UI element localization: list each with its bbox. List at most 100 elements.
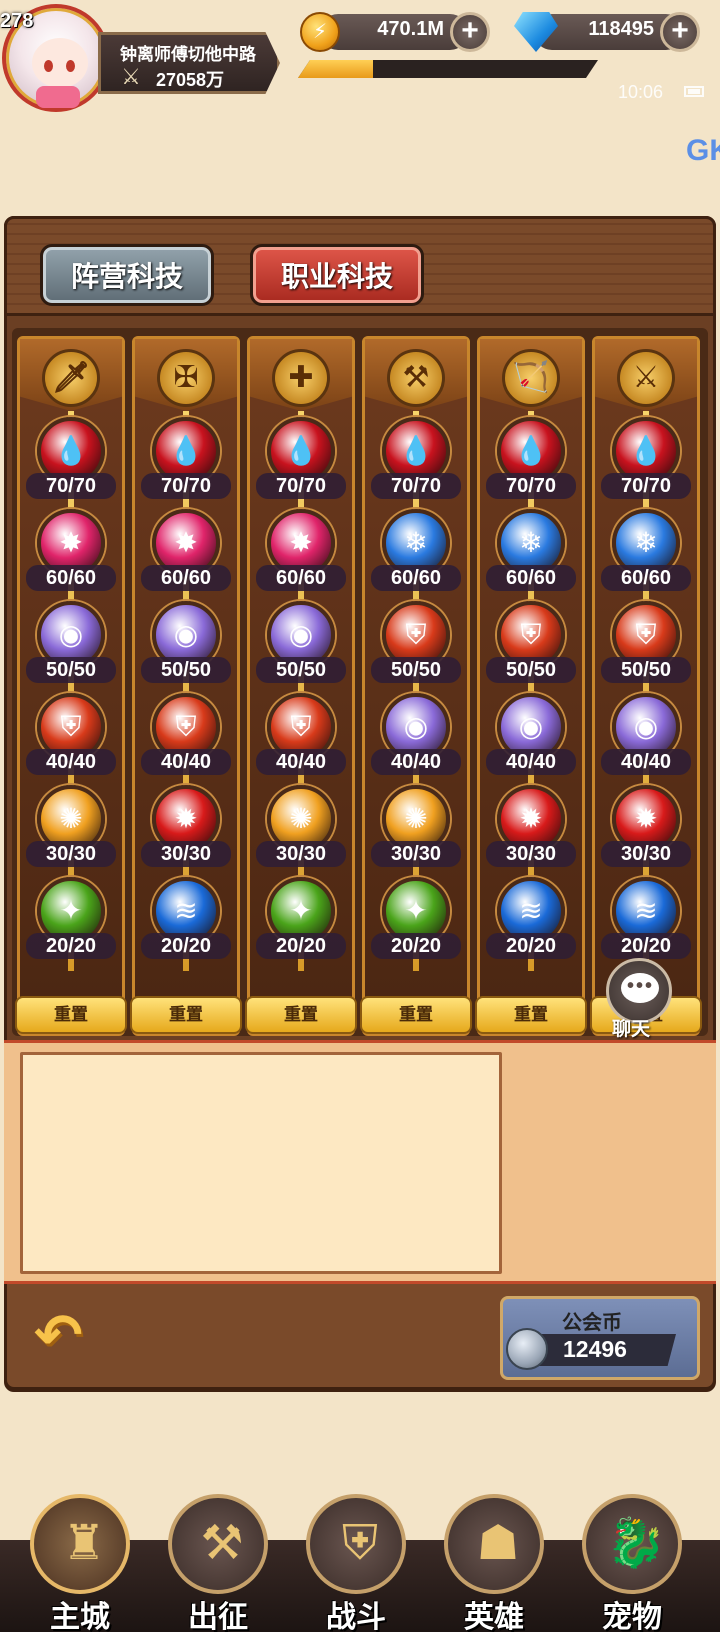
avatar-eye-right bbox=[66, 60, 75, 72]
skill-level: 50/50 bbox=[371, 657, 461, 683]
tab-class-tech[interactable]: 职业科技 bbox=[250, 244, 424, 306]
dragon-pet-icon: 🐉 bbox=[582, 1494, 682, 1594]
chat-dots-icon: ••• bbox=[627, 975, 655, 997]
tab-faction-tech[interactable]: 阵营科技 bbox=[40, 244, 214, 306]
nav-label: 宠物 bbox=[602, 1601, 662, 1632]
nav-item-3[interactable]: ⛨ 战斗 bbox=[302, 1494, 410, 1632]
axe-class-icon: ⚒ bbox=[387, 349, 445, 407]
skill-level: 30/30 bbox=[256, 841, 346, 867]
battle-shield-icon: ⛨ bbox=[306, 1494, 406, 1594]
skill-level: 60/60 bbox=[371, 565, 461, 591]
reset-button[interactable]: 重置 bbox=[245, 996, 357, 1034]
cross-class-icon: ✚ bbox=[272, 349, 330, 407]
reset-button[interactable]: 重置 bbox=[475, 996, 587, 1034]
column-header: ✠ bbox=[135, 339, 237, 411]
castle-icon-glyph: ♜ bbox=[62, 1517, 106, 1570]
nav-label: 出征 bbox=[188, 1601, 248, 1632]
clock: 10:06 bbox=[618, 82, 664, 102]
skill-level: 40/40 bbox=[26, 749, 116, 775]
skill-level: 20/20 bbox=[256, 933, 346, 959]
crossed-axes-icon-glyph: ⚒ bbox=[200, 1517, 244, 1570]
skill-level: 70/70 bbox=[601, 473, 691, 499]
nav-item-4[interactable]: ☗ 英雄 bbox=[440, 1494, 548, 1632]
skill-level: 20/20 bbox=[486, 933, 576, 959]
chat-label[interactable]: 聊天 bbox=[612, 1014, 650, 1041]
column-header: ✚ bbox=[250, 339, 352, 411]
gem-value: 118495 bbox=[588, 18, 654, 40]
avatar-cake bbox=[36, 86, 80, 108]
avatar-face bbox=[32, 38, 88, 88]
dragon-pet-icon-glyph: 🐉 bbox=[606, 1517, 666, 1570]
gold-coin-icon: ⚡ bbox=[300, 12, 340, 52]
skill-level: 30/30 bbox=[141, 841, 231, 867]
guild-coin-value: 12496 bbox=[563, 1336, 627, 1362]
skill-level: 20/20 bbox=[371, 933, 461, 959]
skill-level: 60/60 bbox=[486, 565, 576, 591]
skill-level: 70/70 bbox=[26, 473, 116, 499]
reset-button[interactable]: 重置 bbox=[130, 996, 242, 1034]
scimitar-class-icon: ⚔ bbox=[617, 349, 675, 407]
reset-button[interactable]: 重置 bbox=[15, 996, 127, 1034]
corner-logo-text: GK bbox=[686, 134, 720, 167]
exp-bar bbox=[298, 60, 598, 78]
skill-level: 30/30 bbox=[601, 841, 691, 867]
skill-level: 70/70 bbox=[141, 473, 231, 499]
tech-column: 🏹 💧 70/70 ❄ 60/60 ⛨ 50/50 ◉ 40/40 ✹ 30/30 ≋ 20/20 bbox=[477, 336, 585, 1036]
skill-level: 50/50 bbox=[256, 657, 346, 683]
back-arrow-icon[interactable]: ↶ bbox=[34, 1306, 104, 1366]
nav-item-2[interactable]: ⚒ 出征 bbox=[164, 1494, 272, 1632]
column-header: 🏹 bbox=[480, 339, 582, 411]
nav-label: 战斗 bbox=[326, 1601, 386, 1632]
avatar-eye-left bbox=[44, 60, 53, 72]
nav-label: 主城 bbox=[50, 1601, 110, 1632]
skill-level: 50/50 bbox=[141, 657, 231, 683]
guild-coin-label: 公会币 bbox=[562, 1312, 622, 1334]
tech-column: ✠ 💧 70/70 ✸ 60/60 ◉ 50/50 ⛨ 40/40 ✹ 30/30 ≋ 20/20 bbox=[132, 336, 240, 1036]
nav-item-1[interactable]: ♜ 主城 bbox=[26, 1494, 134, 1632]
add-gold-button[interactable]: + bbox=[450, 12, 490, 52]
add-gems-button[interactable]: + bbox=[660, 12, 700, 52]
skill-level: 40/40 bbox=[601, 749, 691, 775]
player-name: 钟离师傅切他中路 bbox=[120, 45, 256, 64]
skill-level: 40/40 bbox=[256, 749, 346, 775]
crossed-swords-icon: ⚔ bbox=[121, 64, 141, 89]
column-header: 🗡 bbox=[20, 339, 122, 411]
nav-item-5[interactable]: 🐉 宠物 bbox=[578, 1494, 686, 1632]
skill-level: 60/60 bbox=[256, 565, 346, 591]
column-header: ⚒ bbox=[365, 339, 467, 411]
tech-column: 🗡 💧 70/70 ✸ 60/60 ◉ 50/50 ⛨ 40/40 ✺ 30/30 ✦ 20/20 bbox=[17, 336, 125, 1036]
skill-level: 60/60 bbox=[26, 565, 116, 591]
mace-class-icon: ✠ bbox=[157, 349, 215, 407]
nav-label: 英雄 bbox=[464, 1601, 524, 1632]
player-power: 27058万 bbox=[156, 70, 225, 90]
description-box bbox=[20, 1052, 502, 1274]
skill-level: 40/40 bbox=[371, 749, 461, 775]
column-header: ⚔ bbox=[595, 339, 697, 411]
gold-value: 470.1M bbox=[377, 18, 444, 40]
skill-level: 70/70 bbox=[486, 473, 576, 499]
battery-icon bbox=[684, 86, 704, 97]
tech-column: ✚ 💧 70/70 ✸ 60/60 ◉ 50/50 ⛨ 40/40 ✺ 30/30 ✦ 20/20 bbox=[247, 336, 355, 1036]
skill-level: 50/50 bbox=[486, 657, 576, 683]
skill-level: 50/50 bbox=[26, 657, 116, 683]
skill-level: 30/30 bbox=[26, 841, 116, 867]
tech-column: ⚔ 💧 70/70 ❄ 60/60 ⛨ 50/50 ◉ 40/40 ✹ 30/30 ≋ 20/20 bbox=[592, 336, 700, 1036]
skill-level: 20/20 bbox=[601, 933, 691, 959]
skill-level: 30/30 bbox=[486, 841, 576, 867]
skill-level: 70/70 bbox=[371, 473, 461, 499]
guild-coin-icon bbox=[506, 1328, 548, 1370]
bow-class-icon: 🏹 bbox=[502, 349, 560, 407]
skill-level: 70/70 bbox=[256, 473, 346, 499]
skill-level: 60/60 bbox=[601, 565, 691, 591]
reset-button[interactable]: 重置 bbox=[360, 996, 472, 1034]
tech-column: ⚒ 💧 70/70 ❄ 60/60 ⛨ 50/50 ◉ 40/40 ✺ 30/30 ✦ 20/20 bbox=[362, 336, 470, 1036]
battle-shield-icon-glyph: ⛨ bbox=[341, 1517, 378, 1570]
skill-level: 30/30 bbox=[371, 841, 461, 867]
skill-level: 20/20 bbox=[141, 933, 231, 959]
skill-level: 50/50 bbox=[601, 657, 691, 683]
player-level: 278 bbox=[0, 10, 34, 32]
hooded-hero-icon-glyph: ☗ bbox=[476, 1517, 520, 1570]
skill-level: 40/40 bbox=[486, 749, 576, 775]
castle-icon: ♜ bbox=[30, 1494, 130, 1594]
skill-level: 40/40 bbox=[141, 749, 231, 775]
